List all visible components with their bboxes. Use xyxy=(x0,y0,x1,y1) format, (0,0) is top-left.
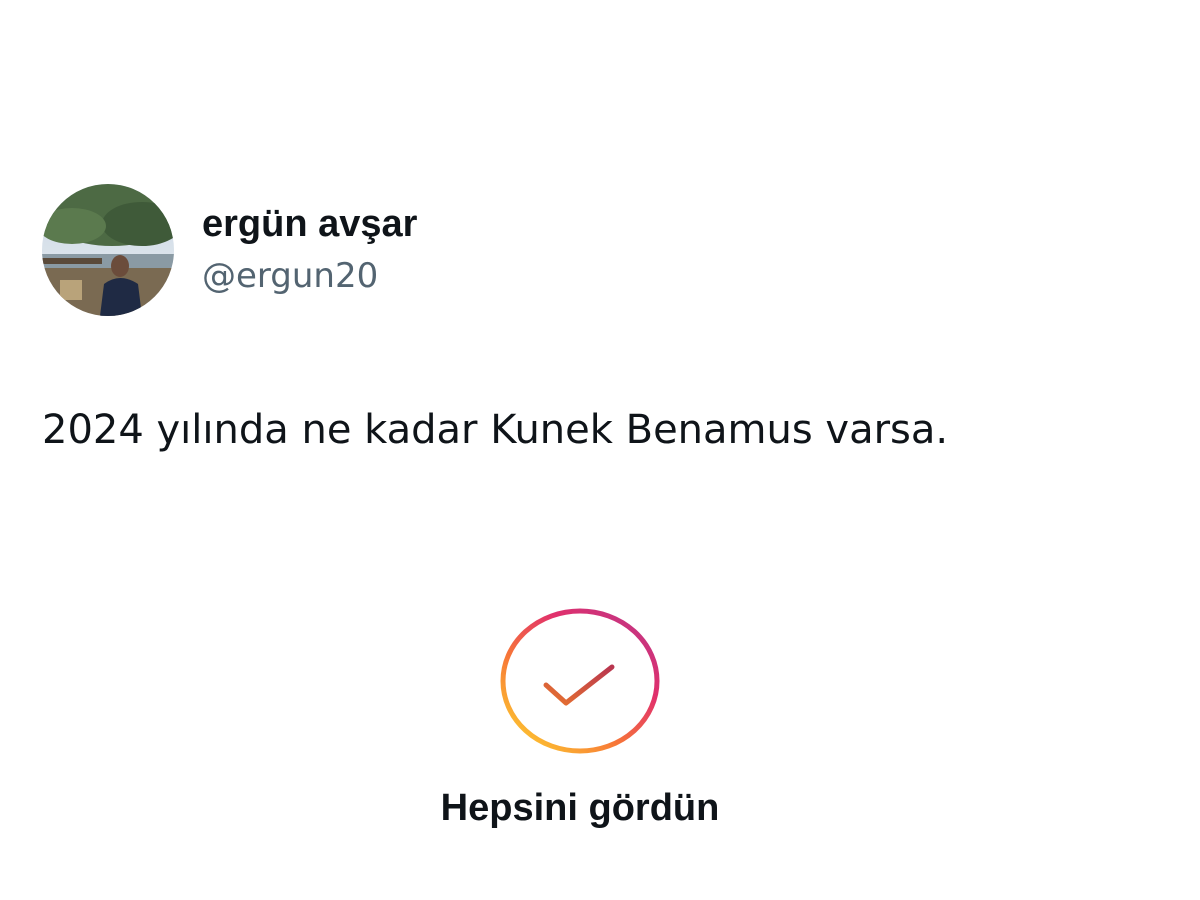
avatar[interactable] xyxy=(42,184,174,316)
post-text: 2024 yılında ne kadar Kunek Benamus vars… xyxy=(42,407,949,453)
caught-up-label: Hepsini gördün xyxy=(440,787,720,829)
author-handle[interactable]: @ergun20 xyxy=(202,254,417,298)
author-display-name[interactable]: ergün avşar xyxy=(202,202,417,246)
post-header: ergün avşar @ergun20 xyxy=(42,184,417,316)
author-info: ergün avşar @ergun20 xyxy=(202,202,417,298)
check-circle-icon xyxy=(498,607,662,755)
